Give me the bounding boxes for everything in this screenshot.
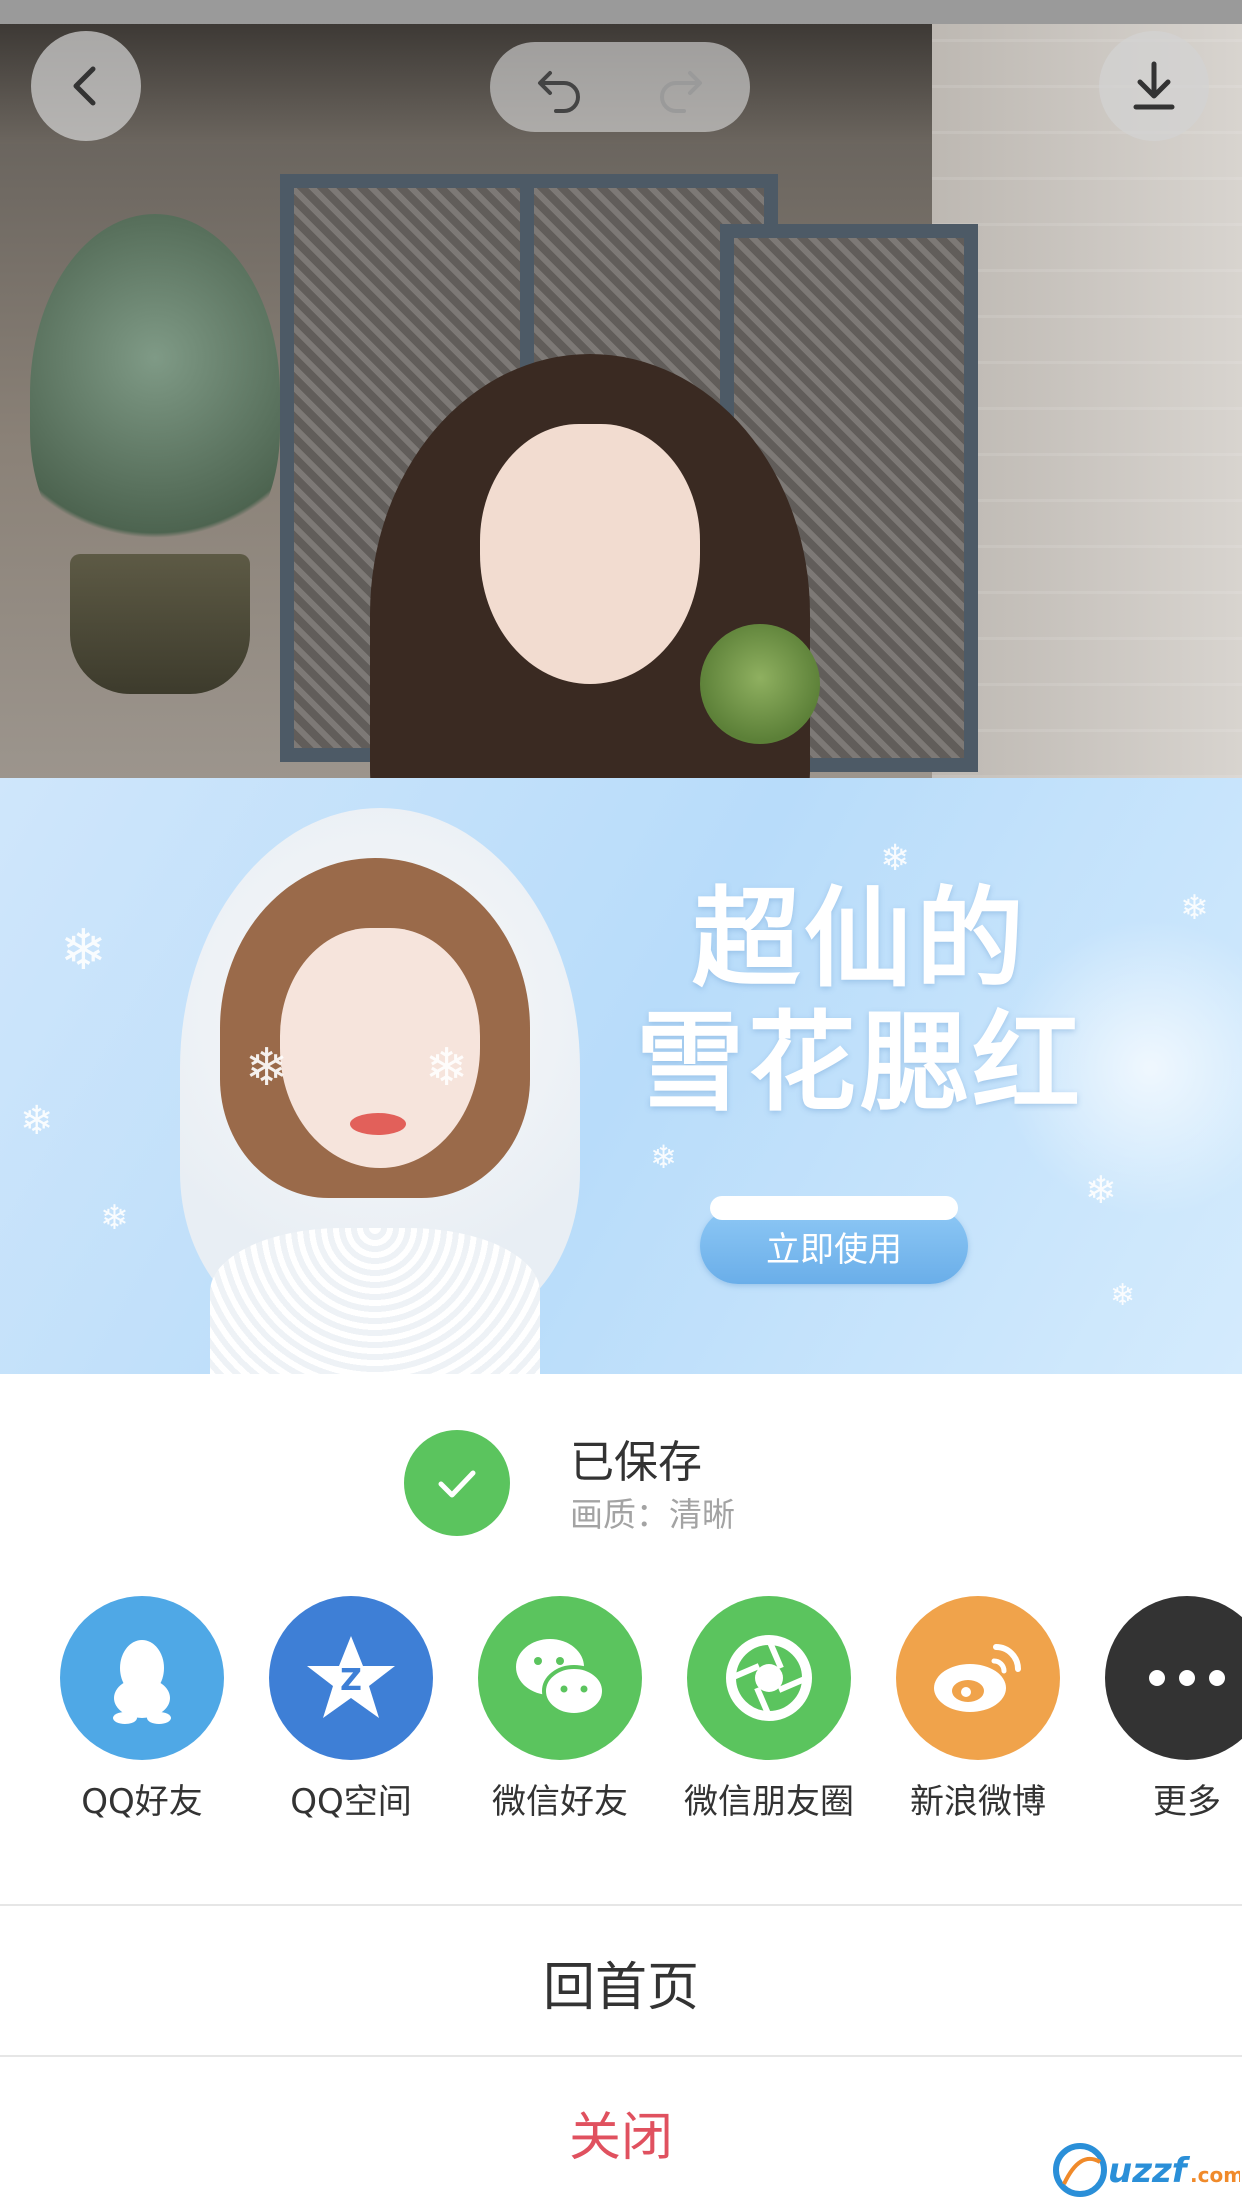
share-qq-circle (60, 1596, 224, 1760)
more-icon (1149, 1670, 1225, 1686)
qq-icon (113, 1640, 171, 1724)
share-moments-label: 微信朋友圈 (684, 1782, 854, 1822)
redo-icon (660, 71, 702, 113)
banner-model-photo: ❄ ❄ (150, 808, 590, 1374)
share-screen: ❄ ❄ ❄ ❄ ❄ ❄ ❄ ❄ ❄ ❄ 超仙的 雪花腮红 立即使用 已保存 画质… (0, 0, 1242, 2208)
snowflake-icon: ❄ (1180, 888, 1209, 928)
photo-ceiling (0, 24, 940, 144)
svg-text:uzzf: uzzf (1108, 2151, 1191, 2191)
snowflake-icon: ❄ (880, 838, 911, 879)
status-bar (0, 0, 1242, 24)
check-icon (438, 1470, 476, 1498)
share-row: QQ好友 Z QQ空间 微信好友 微信朋友圈 新浪微博 更多 (0, 1596, 1242, 1836)
divider (0, 1904, 1242, 1906)
back-button[interactable] (31, 31, 141, 141)
model-lace-collar (210, 1228, 540, 1374)
undo-button[interactable] (530, 57, 590, 117)
download-button[interactable] (1099, 31, 1209, 141)
share-wechat-friend-label: 微信好友 (492, 1782, 628, 1822)
photo-planter (70, 554, 250, 694)
share-weibo-label: 新浪微博 (910, 1782, 1046, 1822)
share-more[interactable]: 更多 (1087, 1596, 1242, 1836)
snowflake-icon: ❄ (425, 1038, 469, 1098)
site-watermark-logo: uzzf .com (1053, 2143, 1240, 2197)
download-icon (1133, 61, 1175, 110)
share-wechat-circle (478, 1596, 642, 1760)
snowflake-icon: ❄ (1110, 1278, 1136, 1313)
promo-banner[interactable]: ❄ ❄ ❄ ❄ ❄ ❄ ❄ ❄ ❄ ❄ 超仙的 雪花腮红 立即使用 (0, 778, 1242, 1374)
share-qzone-circle: Z (269, 1596, 433, 1760)
quality-label: 画质：清晰 (570, 1495, 735, 1534)
model-lips (350, 1113, 406, 1135)
frog-sticker (700, 624, 820, 744)
use-now-button[interactable]: 立即使用 (700, 1196, 968, 1284)
banner-title: 超仙的 雪花腮红 (600, 878, 1120, 1126)
share-qzone-label: QQ空间 (290, 1782, 412, 1822)
banner-title-line1: 超仙的 (691, 877, 1028, 1002)
share-moments[interactable]: 微信朋友圈 (669, 1596, 869, 1836)
share-qq-friend[interactable]: QQ好友 (42, 1596, 242, 1836)
banner-title-line2: 雪花腮红 (635, 1001, 1084, 1126)
snowflake-icon: ❄ (100, 1198, 129, 1238)
saved-status: 已保存 画质：清晰 (0, 1374, 1242, 1584)
photo-plant (30, 214, 280, 574)
snowflake-icon: ❄ (60, 918, 107, 983)
qzone-icon: Z (307, 1636, 395, 1718)
chevron-left-icon (73, 66, 96, 106)
photo-face (480, 424, 700, 684)
divider (0, 2055, 1242, 2057)
snowflake-icon: ❄ (245, 1038, 289, 1098)
wechat-icon (516, 1639, 606, 1717)
share-more-label: 更多 (1153, 1782, 1221, 1822)
snowflake-icon: ❄ (1085, 1168, 1117, 1212)
undo-icon (538, 71, 580, 113)
svg-text:Z: Z (340, 1663, 362, 1698)
moments-icon (726, 1635, 812, 1721)
share-more-circle (1105, 1596, 1242, 1760)
share-weibo-circle (896, 1596, 1060, 1760)
edited-photo (0, 24, 1242, 778)
home-button[interactable]: 回首页 (0, 1908, 1242, 2056)
snowflake-icon: ❄ (20, 1098, 54, 1144)
redo-button[interactable] (650, 57, 710, 117)
share-qzone[interactable]: Z QQ空间 (251, 1596, 451, 1836)
undo-redo-group (490, 42, 750, 132)
snowflake-icon: ❄ (650, 1138, 677, 1176)
share-wechat-friend[interactable]: 微信好友 (460, 1596, 660, 1836)
weibo-icon (934, 1644, 1021, 1712)
share-moments-circle (687, 1596, 851, 1760)
share-weibo[interactable]: 新浪微博 (878, 1596, 1078, 1836)
saved-title: 已保存 (570, 1437, 702, 1488)
svg-text:.com: .com (1190, 2163, 1240, 2187)
use-now-label: 立即使用 (766, 1229, 902, 1270)
share-qq-friend-label: QQ好友 (81, 1782, 203, 1822)
photo-brick-wall (932, 24, 1242, 778)
saved-check-badge (404, 1430, 510, 1536)
